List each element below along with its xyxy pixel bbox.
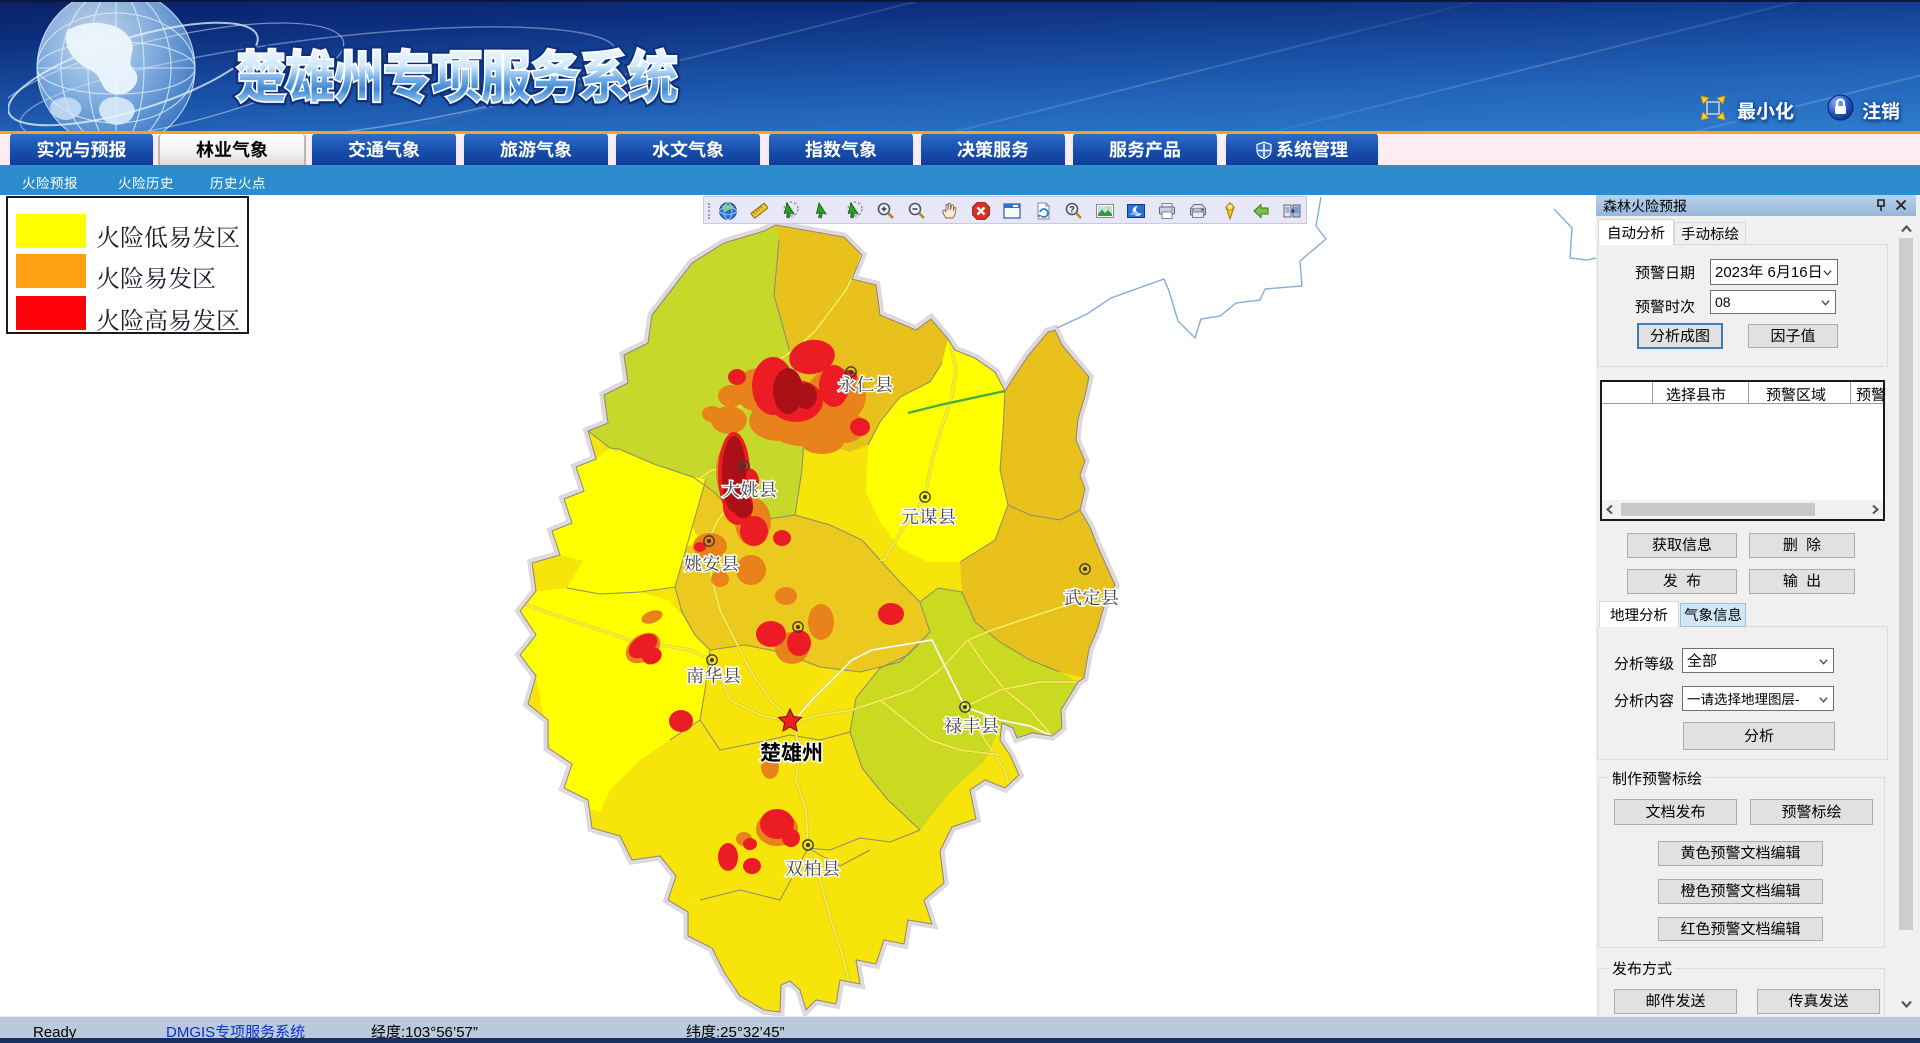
svg-text:双柏县: 双柏县 bbox=[785, 855, 841, 881]
svg-text:?: ? bbox=[1069, 205, 1075, 215]
svg-text:武定县: 武定县 bbox=[1064, 584, 1120, 610]
svg-text:姚安县: 姚安县 bbox=[684, 550, 740, 576]
svg-text:禄丰县: 禄丰县 bbox=[944, 712, 1000, 738]
svg-text:楚雄州: 楚雄州 bbox=[760, 737, 823, 767]
svg-text:南华县: 南华县 bbox=[686, 662, 742, 688]
svg-text:永仁县: 永仁县 bbox=[838, 371, 894, 397]
svg-text:元谋县: 元谋县 bbox=[901, 503, 957, 529]
svg-text:大姚县: 大姚县 bbox=[722, 476, 778, 502]
